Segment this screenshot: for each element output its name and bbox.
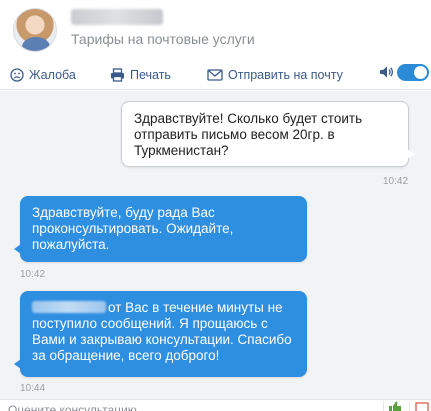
chat-toolbar: Жалоба Печать Отправить на почту bbox=[0, 60, 431, 90]
envelope-icon bbox=[207, 69, 223, 81]
message-time: 10:44 bbox=[20, 383, 46, 394]
send-email-button[interactable]: Отправить на почту bbox=[207, 66, 343, 84]
agent-message: от Вас в течение минуты не поступило соо… bbox=[14, 291, 307, 377]
thumbs-up-button[interactable] bbox=[383, 401, 403, 411]
message-text: Здравствуйте, буду рада Вас проконсульти… bbox=[32, 205, 234, 252]
message-time: 10:42 bbox=[383, 176, 409, 187]
chat-messages[interactable]: Здравствуйте! Сколько будет стоить отпра… bbox=[0, 91, 431, 399]
rating-bar: Оцените консультацию bbox=[0, 399, 431, 411]
sad-face-icon bbox=[10, 68, 24, 82]
thumbs-up-icon bbox=[389, 401, 401, 411]
complaint-label: Жалоба bbox=[29, 68, 76, 82]
print-label: Печать bbox=[130, 68, 171, 82]
print-button[interactable]: Печать bbox=[110, 66, 171, 84]
send-email-label: Отправить на почту bbox=[228, 68, 343, 82]
agent-message: Здравствуйте, буду рада Вас проконсульти… bbox=[14, 196, 307, 262]
user-message: Здравствуйте! Сколько будет стоить отпра… bbox=[121, 101, 415, 167]
thumbs-down-button[interactable] bbox=[409, 401, 431, 411]
message-time: 10:42 bbox=[20, 269, 46, 280]
complaint-button[interactable]: Жалоба bbox=[10, 66, 76, 84]
rate-consultation-label: Оцените консультацию bbox=[8, 403, 137, 411]
thumbs-down-icon bbox=[415, 402, 429, 411]
agent-avatar bbox=[13, 8, 57, 52]
chat-topic: Тарифы на почтовые услуги bbox=[71, 31, 255, 47]
printer-icon bbox=[111, 68, 124, 82]
chat-header: Тарифы на почтовые услуги bbox=[0, 0, 431, 60]
sound-toggle[interactable] bbox=[397, 64, 429, 81]
redacted-user-name bbox=[32, 301, 106, 313]
agent-name-redacted bbox=[71, 9, 163, 25]
speaker-icon bbox=[380, 66, 394, 78]
message-text: Здравствуйте! Сколько будет стоить отпра… bbox=[134, 111, 363, 158]
